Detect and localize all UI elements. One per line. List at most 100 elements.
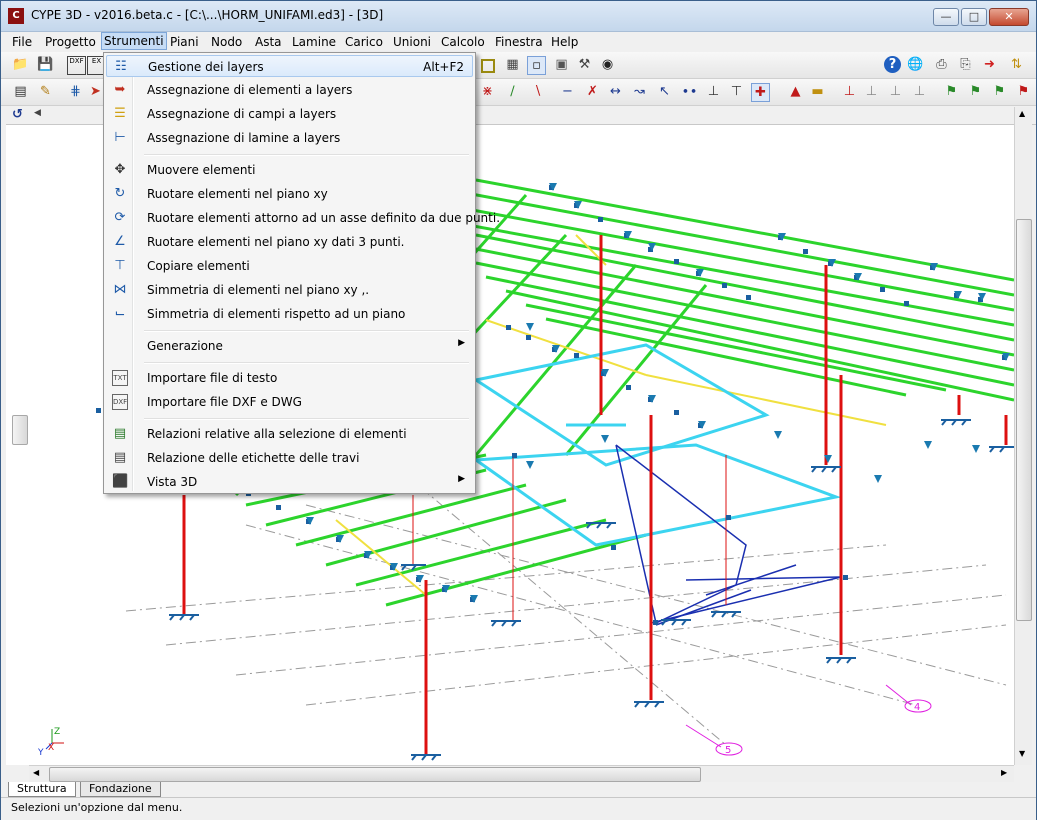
menu-nodo[interactable]: Nodo <box>211 34 242 50</box>
status-text: Selezioni un'opzione dal menu. <box>11 801 183 814</box>
tools-icon[interactable]: ⚒ <box>576 56 593 73</box>
cross-icon[interactable]: ∖ <box>529 83 546 100</box>
node-select-icon[interactable]: ▣ <box>553 56 570 73</box>
update-icon[interactable]: ⇅ <box>1008 56 1025 73</box>
menu-item-assegnazione-campi[interactable]: ☰ Assegnazione di campi a layers <box>106 103 473 125</box>
menu-item-gestione-layers[interactable]: ☷ Gestione dei layers Alt+F2 <box>106 55 473 77</box>
submenu-arrow-icon: ▶ <box>458 474 465 484</box>
menu-item-muovere[interactable]: ✥ Muovere elementi <box>106 159 473 181</box>
menu-item-ruotare-xy[interactable]: ↻ Ruotare elementi nel piano xy <box>106 183 473 205</box>
menu-help[interactable]: Help <box>551 34 578 50</box>
scroll-up-icon[interactable]: ▲ <box>1019 109 1025 118</box>
frame-icon[interactable]: ▫ <box>527 56 546 75</box>
strumenti-dropdown: ☷ Gestione dei layers Alt+F2 ➥ Assegnazi… <box>103 52 500 494</box>
hscroll-left-icon[interactable]: ◀ <box>33 768 39 777</box>
menu-separator <box>144 362 469 364</box>
menu-item-importare-dxf[interactable]: DXF Importare file DXF e DWG <box>106 391 473 413</box>
menu-finestra[interactable]: Finestra <box>495 34 543 50</box>
vertical-scroll-thumb[interactable] <box>1016 219 1032 621</box>
steel-icon[interactable]: ⊥ <box>841 83 858 100</box>
delete-node-icon[interactable]: ⊥ <box>887 83 904 100</box>
menu-item-label: Assegnazione di campi a layers <box>147 107 337 121</box>
menu-asta[interactable]: Asta <box>255 34 282 50</box>
dxf-icon[interactable]: DXF <box>67 56 86 75</box>
beam-icon[interactable]: ⋇ <box>479 83 496 100</box>
node-check-icon[interactable]: ▲ <box>787 83 804 100</box>
close-icon[interactable]: ✕ <box>989 8 1029 26</box>
horizontal-scroll-thumb[interactable] <box>49 767 701 782</box>
mirror-icon[interactable]: ∙∙ <box>681 83 698 100</box>
release-icon[interactable]: ↝ <box>631 83 648 100</box>
left-scroll-thumb[interactable] <box>12 415 28 445</box>
menu-item-label: Ruotare elementi attorno ad un asse defi… <box>147 211 501 225</box>
printer-icon[interactable]: ⎙ <box>933 56 950 73</box>
menu-item-assegnazione-lamine[interactable]: ⊢ Assegnazione di lamine a layers <box>106 127 473 149</box>
calc-icon[interactable]: ▬ <box>809 83 826 100</box>
menu-carico[interactable]: Carico <box>345 34 383 50</box>
grid-icon[interactable]: ▦ <box>504 56 521 73</box>
tab-struttura[interactable]: Struttura <box>8 782 76 797</box>
menu-item-relazioni-selezione[interactable]: ▤ Relazioni relative alla selezione di e… <box>106 423 473 445</box>
export-red-icon[interactable]: ➜ <box>981 56 998 73</box>
menu-item-assegnazione-elementi[interactable]: ➥ Assegnazione di elementi a layers <box>106 79 473 101</box>
globe-icon[interactable]: 🌐 <box>907 56 924 73</box>
menu-item-generazione[interactable]: Generazione ▶ <box>106 335 473 357</box>
green-flag-2-icon[interactable]: ⚑ <box>967 83 984 100</box>
copy-icon: ⊤ <box>114 258 126 273</box>
menu-strumenti[interactable]: Strumenti <box>101 32 167 50</box>
menu-item-vista-3d[interactable]: ⬛ Vista 3D ▶ <box>106 471 473 493</box>
open-folder-icon[interactable]: 📁 <box>12 56 29 73</box>
edit-icon[interactable]: ✎ <box>37 83 54 100</box>
menu-item-importare-testo[interactable]: TXT Importare file di testo <box>106 367 473 389</box>
green-flag-1-icon[interactable]: ⚑ <box>943 83 960 100</box>
link-icon[interactable]: ↔ <box>607 83 624 100</box>
maximize-icon[interactable]: □ <box>961 8 987 26</box>
menu-item-ruotare-3punti[interactable]: ∠ Ruotare elementi nel piano xy dati 3 p… <box>106 231 473 253</box>
menu-item-relazione-etichette[interactable]: ▤ Relazione delle etichette delle travi <box>106 447 473 469</box>
layer-icon[interactable]: ⋕ <box>67 83 84 100</box>
menu-unioni[interactable]: Unioni <box>393 34 431 50</box>
menu-item-copiare[interactable]: ⊤ Copiare elementi <box>106 255 473 277</box>
menu-piani[interactable]: Piani <box>170 34 199 50</box>
menu-item-simmetria-piano[interactable]: ⌙ Simmetria di elementi rispetto ad un p… <box>106 303 473 325</box>
binoculars-icon[interactable]: ◉ <box>599 56 616 73</box>
green-flag-3-icon[interactable]: ⚑ <box>991 83 1008 100</box>
help-icon[interactable]: ? <box>884 56 901 73</box>
menu-item-label: Gestione dei layers <box>148 60 264 74</box>
hscroll-right-icon[interactable]: ▶ <box>1001 768 1007 777</box>
refresh-icon[interactable]: ↺ <box>12 107 23 122</box>
vertical-scrollbar[interactable]: ▲ ▼ <box>1014 107 1032 765</box>
red-flag-icon[interactable]: ⚑ <box>1015 83 1032 100</box>
square-select-icon[interactable] <box>481 59 495 73</box>
node-icon[interactable]: ∕ <box>504 83 521 100</box>
menu-lamine[interactable]: Lamine <box>292 34 336 50</box>
title-bar: C CYPE 3D - v2016.beta.c - [C:\...\HORM_… <box>1 1 1036 32</box>
load-icon[interactable]: ⊤ <box>728 83 745 100</box>
move-icon[interactable]: ✚ <box>751 83 770 102</box>
list-icon[interactable]: ▤ <box>12 83 29 100</box>
horizontal-scrollbar[interactable]: ◀ ▶ <box>29 765 1014 783</box>
menu-item-label: Relazione delle etichette delle travi <box>147 451 360 465</box>
hinge-icon[interactable]: ↖ <box>656 83 673 100</box>
menu-progetto[interactable]: Progetto <box>45 34 96 50</box>
left-scrollbar[interactable] <box>11 125 28 765</box>
snap-icon[interactable]: − <box>559 83 576 100</box>
print-preview-icon[interactable]: ⎘ <box>957 56 974 73</box>
assign-icon[interactable]: ➤ <box>87 83 104 100</box>
flag-icon[interactable]: ⊥ <box>863 83 880 100</box>
check-icon[interactable]: ⊥ <box>911 83 928 100</box>
minimize-icon[interactable]: — <box>933 8 959 26</box>
scroll-left-icon[interactable]: ◀ <box>34 108 41 118</box>
support-icon[interactable]: ✗ <box>584 83 601 100</box>
cype-app-icon[interactable]: C <box>8 8 24 24</box>
axis-triad: Z X Y <box>37 727 64 758</box>
tab-fondazione[interactable]: Fondazione <box>80 782 161 797</box>
assign-elements-icon: ➥ <box>114 82 126 97</box>
scroll-down-icon[interactable]: ▼ <box>1019 749 1025 758</box>
section-icon[interactable]: ⊥ <box>705 83 722 100</box>
menu-file[interactable]: File <box>12 34 32 50</box>
menu-item-simmetria-xy[interactable]: ⋈ Simmetria di elementi nel piano xy ,. <box>106 279 473 301</box>
save-icon[interactable]: 💾 <box>37 56 54 73</box>
menu-item-ruotare-asse[interactable]: ⟳ Ruotare elementi attorno ad un asse de… <box>106 207 500 229</box>
menu-calcolo[interactable]: Calcolo <box>441 34 485 50</box>
